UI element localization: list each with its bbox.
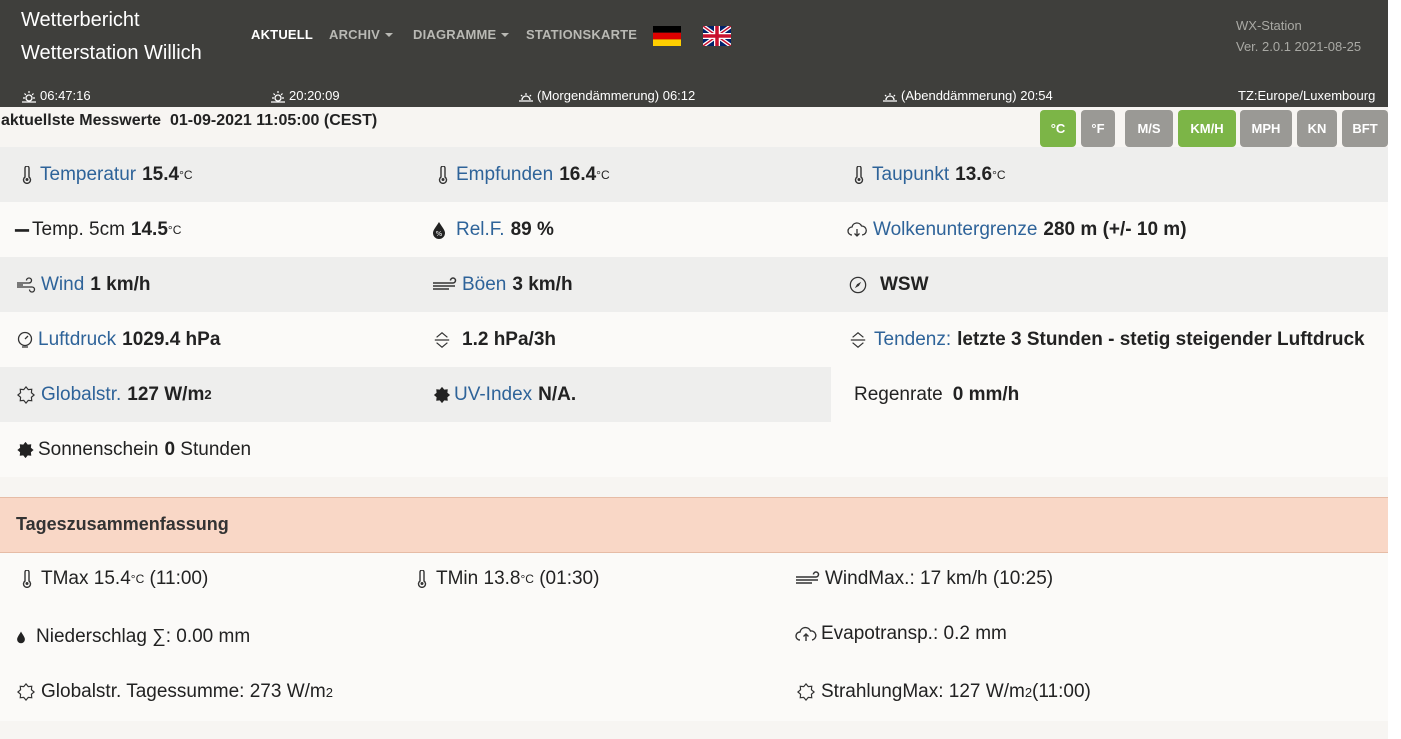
thermometer-icon bbox=[854, 165, 864, 184]
gust-cell: Böen 3 km/h bbox=[432, 257, 573, 312]
wind-icon bbox=[17, 276, 36, 293]
thermometer-icon bbox=[417, 570, 427, 588]
tendency-link[interactable]: Tendenz: bbox=[874, 329, 951, 351]
top-navbar: Wetterbericht Wetterstation Willich AKTU… bbox=[0, 0, 1388, 107]
humidity-cell: % Rel.F. 89 % bbox=[430, 202, 554, 257]
temperature-link[interactable]: Temperatur bbox=[40, 164, 136, 186]
dash-icon bbox=[14, 228, 30, 232]
row-temperature: Temperatur 15.4 °C Empfunden 16.4 °C Taupu… bbox=[0, 147, 1388, 202]
pressure-trend-cell: 1.2 hPa/3h bbox=[432, 312, 556, 367]
pressure-cell: Luftdruck 1029.4 hPa bbox=[16, 312, 220, 367]
wind-direction-cell: WSW bbox=[848, 257, 929, 312]
wind-cell: Wind 1 km/h bbox=[16, 257, 151, 312]
tmin-item: TMin 13.8 °C (01:30) bbox=[413, 568, 599, 590]
nav-archiv[interactable]: ARCHIV bbox=[329, 27, 394, 42]
precipitation-item: Niederschlag ∑: 0.00 mm bbox=[14, 626, 250, 648]
svg-text:%: % bbox=[436, 230, 443, 238]
german-flag-icon[interactable] bbox=[653, 26, 681, 46]
dewpoint-cell: Taupunkt 13.6 °C bbox=[850, 147, 1006, 202]
sunset-icon bbox=[271, 90, 285, 103]
pressure-link[interactable]: Luftdruck bbox=[38, 329, 116, 351]
thermometer-icon bbox=[22, 165, 32, 184]
thermometer-icon bbox=[22, 570, 32, 588]
row-sunshine: Sonnenschein 0 Stunden bbox=[0, 422, 1388, 477]
wind-link[interactable]: Wind bbox=[41, 274, 84, 296]
radiation-link[interactable]: Globalstr. bbox=[41, 384, 121, 406]
nav-stationskarte[interactable]: STATIONSKARTE bbox=[526, 27, 637, 42]
unit-ms-button[interactable]: M/S bbox=[1125, 110, 1173, 147]
uv-cell: UV-Index N/A. bbox=[432, 367, 576, 422]
dewpoint-link[interactable]: Taupunkt bbox=[872, 164, 949, 186]
cloudbase-cell: Wolkenuntergrenze 280 m (+/- 10 m) bbox=[847, 202, 1187, 257]
tmax-item: TMax 15.4 °C (11:00) bbox=[18, 568, 208, 590]
sun-outline-icon bbox=[16, 385, 36, 404]
sun-outline-icon bbox=[796, 683, 816, 701]
feels-like-link[interactable]: Empfunden bbox=[456, 164, 553, 186]
temperature-cell: Temperatur 15.4 °C bbox=[18, 147, 193, 202]
row-humidity: Temp. 5cm 14.5 °C % Rel.F. 89 % Wolkenunt… bbox=[0, 202, 1388, 257]
station-name: WX-Station bbox=[1236, 18, 1302, 33]
barometer-icon bbox=[17, 331, 33, 348]
row-radiation: Globalstr. 127 W/m 2 UV-Index N/A. Regenr… bbox=[0, 367, 1388, 422]
cloudbase-link[interactable]: Wolkenuntergrenze bbox=[873, 219, 1037, 241]
sunrise-icon bbox=[22, 90, 36, 103]
unit-mph-button[interactable]: MPH bbox=[1240, 110, 1292, 147]
tendency-cell: Tendenz: letzte 3 Stunden - stetig steig… bbox=[848, 312, 1365, 367]
unit-kmh-button[interactable]: KM/H bbox=[1178, 110, 1236, 147]
feels-like-cell: Empfunden 16.4 °C bbox=[434, 147, 610, 202]
up-down-arrows-icon bbox=[434, 331, 450, 348]
nav-diagramme[interactable]: DIAGRAMME bbox=[413, 27, 510, 42]
rain-drop-icon bbox=[17, 631, 25, 644]
dawn: (Morgendämmerung) 06:12 bbox=[518, 88, 695, 103]
uk-flag-icon[interactable] bbox=[703, 26, 731, 46]
gust-icon bbox=[796, 571, 820, 584]
daily-summary-title: Tageszusammenfassung bbox=[16, 514, 229, 534]
row-pressure: Luftdruck 1029.4 hPa 1.2 hPa/3h Tendenz:… bbox=[0, 312, 1388, 367]
timezone: TZ:Europe/Luxembourg bbox=[1238, 88, 1376, 103]
sun-filled-icon bbox=[433, 386, 451, 403]
sun-filled-icon bbox=[17, 441, 34, 458]
humidity-drop-icon: % bbox=[433, 221, 445, 239]
humidity-link[interactable]: Rel.F. bbox=[456, 219, 505, 241]
station-version: Ver. 2.0.1 2021-08-25 bbox=[1236, 39, 1362, 54]
dawn-icon bbox=[519, 92, 533, 102]
rainrate-cell: Regenrate 0 mm/h bbox=[831, 367, 1388, 422]
cloud-download-icon bbox=[847, 221, 867, 237]
daily-summary-header: Tageszusammenfassung bbox=[0, 497, 1388, 553]
radiation-cell: Globalstr. 127 W/m 2 bbox=[16, 367, 212, 422]
caret-down-icon bbox=[385, 33, 394, 37]
dusk: (Abenddämmerung) 20:54 bbox=[882, 88, 1053, 103]
unit-bft-button[interactable]: BFT bbox=[1342, 110, 1388, 147]
unit-kn-button[interactable]: KN bbox=[1297, 110, 1337, 147]
current-values-title: aktuellste Messwerte 01-09-2021 11:05:00… bbox=[1, 112, 378, 129]
sun-outline-icon bbox=[16, 683, 36, 701]
up-down-arrows-icon bbox=[850, 331, 866, 348]
uv-link[interactable]: UV-Index bbox=[454, 384, 532, 406]
evapotranspiration-item: Evapotransp.: 0.2 mm bbox=[795, 623, 1007, 645]
unit-celsius-button[interactable]: °C bbox=[1040, 110, 1076, 147]
sunshine-cell: Sonnenschein 0 Stunden bbox=[16, 422, 251, 477]
spacer bbox=[0, 477, 1388, 497]
site-title-line1[interactable]: Wetterbericht bbox=[21, 9, 140, 32]
gust-icon bbox=[433, 276, 457, 290]
sunset: 20:20:09 bbox=[270, 88, 340, 103]
radiation-sum-item: Globalstr. Tagessumme: 273 W/m 2 bbox=[16, 681, 333, 703]
row-wind: Wind 1 km/h Böen 3 km/h WSW bbox=[0, 257, 1388, 312]
cloud-upload-icon bbox=[795, 626, 817, 641]
nav-aktuell[interactable]: AKTUELL bbox=[251, 27, 313, 42]
temp5cm-cell: Temp. 5cm 14.5 °C bbox=[14, 202, 181, 257]
radiation-max-item: StrahlungMax: 127 W/m 2 (11:00) bbox=[796, 681, 1091, 703]
unit-fahrenheit-button[interactable]: °F bbox=[1081, 110, 1115, 147]
footer-spacer bbox=[0, 721, 1388, 739]
site-title-line2[interactable]: Wetterstation Willich bbox=[21, 42, 202, 65]
gust-link[interactable]: Böen bbox=[462, 274, 506, 296]
compass-icon bbox=[849, 276, 867, 293]
thermometer-icon bbox=[438, 165, 448, 184]
sunrise: 06:47:16 bbox=[21, 88, 91, 103]
dusk-icon bbox=[883, 92, 897, 102]
windmax-item: WindMax.: 17 km/h (10:25) bbox=[795, 568, 1053, 590]
caret-down-icon bbox=[501, 33, 510, 37]
